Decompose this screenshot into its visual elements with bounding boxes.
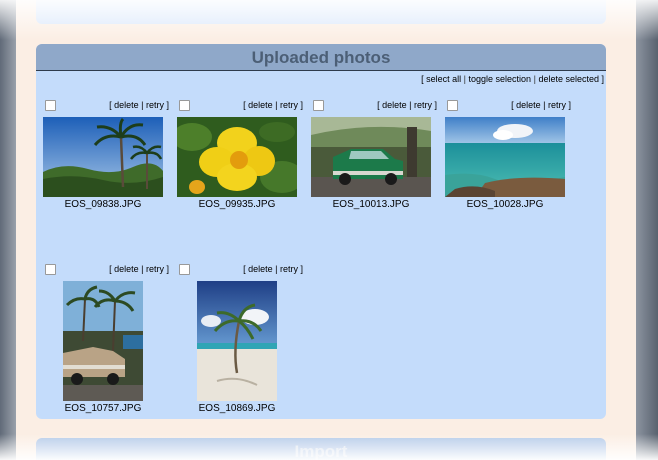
photo-thumbnail[interactable]	[177, 117, 297, 197]
previous-panel	[36, 0, 606, 24]
uploaded-photos-panel: Uploaded photos [ select all | toggle se…	[36, 44, 606, 419]
left-window-border	[0, 0, 16, 460]
delete-link[interactable]: delete	[114, 264, 139, 274]
delete-link[interactable]: delete	[516, 100, 541, 110]
toggle-selection-link[interactable]: toggle selection	[469, 74, 532, 84]
panel-title: Uploaded photos	[36, 44, 606, 71]
photo-actions: [ delete | retry ]	[377, 100, 437, 110]
photo-thumbnail[interactable]	[197, 281, 277, 401]
photo-checkbox[interactable]	[45, 264, 56, 275]
retry-link[interactable]: retry	[280, 100, 298, 110]
photo-checkbox[interactable]	[313, 100, 324, 111]
retry-link[interactable]: retry	[146, 264, 164, 274]
photo-thumbnail[interactable]	[43, 117, 163, 197]
retry-link[interactable]: retry	[414, 100, 432, 110]
photo-filename: EOS_09935.JPG	[198, 199, 276, 210]
import-panel: Import	[36, 438, 606, 460]
photo-thumbnail[interactable]	[445, 117, 565, 197]
photo-filename: EOS_10757.JPG	[64, 403, 142, 414]
photo-checkbox[interactable]	[179, 100, 190, 111]
import-panel-title: Import	[294, 442, 348, 460]
photo-card: [ delete | retry ] EOS_10028.JPG	[445, 99, 575, 210]
photo-thumbnail[interactable]	[311, 117, 431, 197]
photo-thumbnail[interactable]	[63, 281, 143, 401]
delete-link[interactable]: delete	[114, 100, 139, 110]
bulk-actions-bar: [ select all | toggle selection | delete…	[421, 74, 604, 84]
photo-actions: [ delete | retry ]	[243, 100, 303, 110]
select-all-link[interactable]: select all	[426, 74, 461, 84]
retry-link[interactable]: retry	[548, 100, 566, 110]
photo-checkbox[interactable]	[179, 264, 190, 275]
retry-link[interactable]: retry	[146, 100, 164, 110]
photo-card: [ delete | retry ] EOS_10869.JPG	[177, 263, 307, 414]
photo-actions: [ delete | retry ]	[243, 264, 303, 274]
photo-card: [ delete | retry ] EOS_10013.JPG	[311, 99, 441, 210]
photo-card: [ delete | retry ] EOS_09838.JPG	[43, 99, 173, 210]
photo-card: [ delete | retry ] EOS_10757.JPG	[43, 263, 173, 414]
photo-filename: EOS_10028.JPG	[466, 199, 544, 210]
photo-actions: [ delete | retry ]	[109, 264, 169, 274]
photo-actions: [ delete | retry ]	[511, 100, 571, 110]
delete-link[interactable]: delete	[248, 264, 273, 274]
photo-filename: EOS_10869.JPG	[198, 403, 276, 414]
right-window-border	[636, 0, 658, 460]
photo-filename: EOS_09838.JPG	[64, 199, 142, 210]
photo-checkbox[interactable]	[45, 100, 56, 111]
photo-checkbox[interactable]	[447, 100, 458, 111]
photo-filename: EOS_10013.JPG	[332, 199, 410, 210]
retry-link[interactable]: retry	[280, 264, 298, 274]
delete-selected-link[interactable]: delete selected	[538, 74, 599, 84]
delete-link[interactable]: delete	[382, 100, 407, 110]
photo-card: [ delete | retry ] EOS_09935.JPG	[177, 99, 307, 210]
delete-link[interactable]: delete	[248, 100, 273, 110]
photo-actions: [ delete | retry ]	[109, 100, 169, 110]
